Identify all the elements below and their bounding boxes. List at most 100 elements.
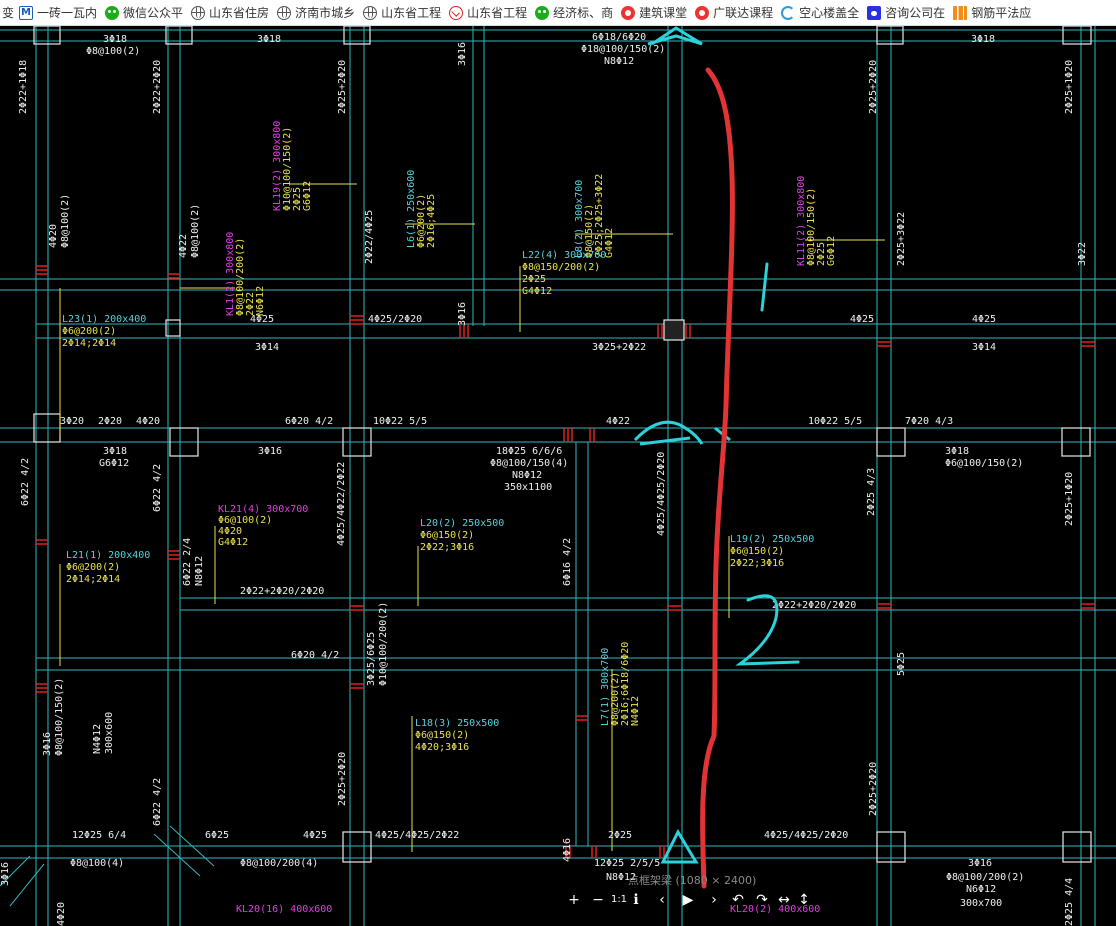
rebar-text: 10Φ22 5/5 [808,416,862,427]
vertical-rebar-text: Φ10@100/200(2) [378,602,389,686]
bookmark-item[interactable]: 山东省工程 [360,0,446,25]
rebar-text: 18Φ25 6/6/6 [496,446,562,457]
globe-icon [277,5,292,20]
beam-label-line: N4Φ12 [630,696,641,726]
rebar-text: 350x1100 [504,482,552,493]
play-button[interactable]: ▶ [678,890,698,910]
bookmark-label: 建筑课堂 [639,6,688,20]
flip-horizontal-button[interactable]: ↔ [774,890,794,910]
beam-label-line: 2Φ25 [522,274,546,285]
vertical-rebar-text: 6Φ22 4/2 [20,458,31,506]
beam-label-line: Φ6@200(2) [66,562,120,573]
vertical-rebar-text: 2Φ25+1Φ20 [1064,472,1075,526]
bookmark-edge-fragment: 变 [2,6,15,20]
paw-icon [867,5,882,20]
vertical-rebar-text: 2Φ25+2Φ20 [868,60,879,114]
vertical-rebar-text: 3Φ16 [42,732,53,756]
rebar-text: 3Φ16 [968,858,992,869]
rebar-text: 3Φ14 [255,342,279,353]
vertical-rebar-text: Φ8@100(2) [190,204,201,258]
rebar-text: 4Φ25 [303,830,327,841]
vertical-rebar-text: 6Φ16 4/2 [562,538,573,586]
zoom-in-button[interactable]: + [564,890,584,910]
rebar-text: 3Φ16 [258,446,282,457]
beam-label-line: G6Φ12 [302,181,313,211]
rebar-text: 12Φ25 2/5/5 [594,858,660,869]
info-button[interactable]: ℹ [626,890,646,910]
rebar-text: 3Φ18 [103,446,127,457]
cad-drawing[interactable]: KL19(2) 300x800 Φ10@100/150(2) 2Φ25 G6Φ12KL… [0,26,1116,926]
beam-label-line: Φ6@200(2) [62,326,116,337]
rotate-right-button[interactable]: ↷ [752,890,772,910]
bookmark-item[interactable]: M 一砖一瓦内 [16,0,102,25]
beam-label-line: L23(1) 200x400 [62,314,146,325]
rebar-text: Φ8@100/150(4) [490,458,568,469]
vertical-rebar-text: 2Φ25+2Φ20 [868,762,879,816]
bookmark-label: 钢筋平法应 [971,6,1032,20]
zoom-out-button[interactable]: − [588,890,608,910]
rebar-text: 7Φ20 4/3 [905,416,953,427]
bookmark-label: 山东省工程 [381,6,442,20]
vertical-rebar-text: 2Φ25+2Φ20 [337,752,348,806]
vertical-rebar-text: N4Φ12 [92,724,103,754]
vertical-rebar-text: 3Φ16 [457,42,468,66]
vertical-rebar-text: 4Φ22 [178,234,189,258]
bookmark-label: 济南市城乡 [295,6,356,20]
rebar-text: 3Φ14 [972,342,996,353]
beam-label-line: 4Φ20;3Φ16 [415,742,469,753]
flip-vertical-button[interactable]: ↕ [794,890,814,910]
c-logo-icon [781,5,796,20]
bookmark-item[interactable]: 咨询公司在 [864,0,950,25]
bookmark-item[interactable]: 济南市城乡 [274,0,360,25]
vertical-rebar-text: Φ8@100(2) [60,194,71,248]
top-row-text: N8Φ12 [604,56,634,67]
rebar-text: 4Φ25 [850,314,874,325]
m-logo-icon: M [19,5,34,20]
bookmark-item[interactable]: 山东省工程 [446,0,532,25]
rebar-text: 4Φ25 [972,314,996,325]
rebar-text: Φ8@100(4) [70,858,124,869]
bookmark-item[interactable]: 钢筋平法应 [950,0,1036,25]
vertical-rebar-text: 2Φ22+1Φ18 [18,60,29,114]
bookmark-item[interactable]: 广联达课程 [692,0,778,25]
vertical-rebar-text: 6Φ22 4/2 [152,778,163,826]
bookmark-item[interactable]: 微信公众平 [102,0,188,25]
drawing-background [0,26,1116,926]
bookmark-item[interactable]: 经济标、商 [532,0,618,25]
beam-label-line: Φ6@150(2) [420,530,474,541]
top-row-text: Φ8@100(2) [86,46,140,57]
beam-label-line: L20(2) 250x500 [420,518,504,529]
bookmark-item[interactable]: 山东省住房 [188,0,274,25]
beam-label-line: KL21(4) 300x700 [218,504,308,515]
beam-label-line: 2Φ14;2Φ14 [62,338,116,349]
vertical-rebar-text: 4Φ20 [56,902,67,926]
bookmark-label: 空心楼盖全 [799,6,860,20]
vertical-rebar-text: 2Φ25 4/3 [866,468,877,516]
rebar-text: 6Φ20 4/2 [285,416,333,427]
vertical-rebar-text: 6Φ22 4/2 [152,464,163,512]
rebar-text: 4Φ25 [250,314,274,325]
vertical-rebar-text: 300x600 [104,712,115,754]
rebar-text: 4Φ20 [136,416,160,427]
vertical-rebar-text: 3Φ16 [457,302,468,326]
bookmark-label: 山东省工程 [467,6,528,20]
beam-label-line: 4Φ20 [218,526,242,537]
bookmark-item[interactable]: 空心楼盖全 [778,0,864,25]
vertical-rebar-text: 5Φ25 [896,652,907,676]
beam-label-line: 2Φ22;3Φ16 [730,558,784,569]
bookmark-label: 咨询公司在 [885,6,946,20]
next-button[interactable]: › [704,890,724,910]
rotate-left-button[interactable]: ↶ [728,890,748,910]
beam-label-line: Φ6@100(2) [218,515,272,526]
bookmark-item[interactable]: 建筑课堂 [618,0,692,25]
top-row-text: Φ18@100/150(2) [581,44,665,55]
prev-button[interactable]: ‹ [652,890,672,910]
vertical-rebar-text: 4Φ25/4Φ25/2Φ20 [656,452,667,536]
rebar-text: 12Φ25 6/4 [72,830,126,841]
beam-label-line: Φ6@150(2) [415,730,469,741]
rebar-text: 10Φ22 5/5 [373,416,427,427]
rebar-text: 2Φ25 [608,830,632,841]
beam-label-line: 2Φ16;4Φ25 [426,194,437,248]
top-row-text: 3Φ18 [971,34,995,45]
vertical-rebar-text: 3Φ16 [0,862,11,886]
